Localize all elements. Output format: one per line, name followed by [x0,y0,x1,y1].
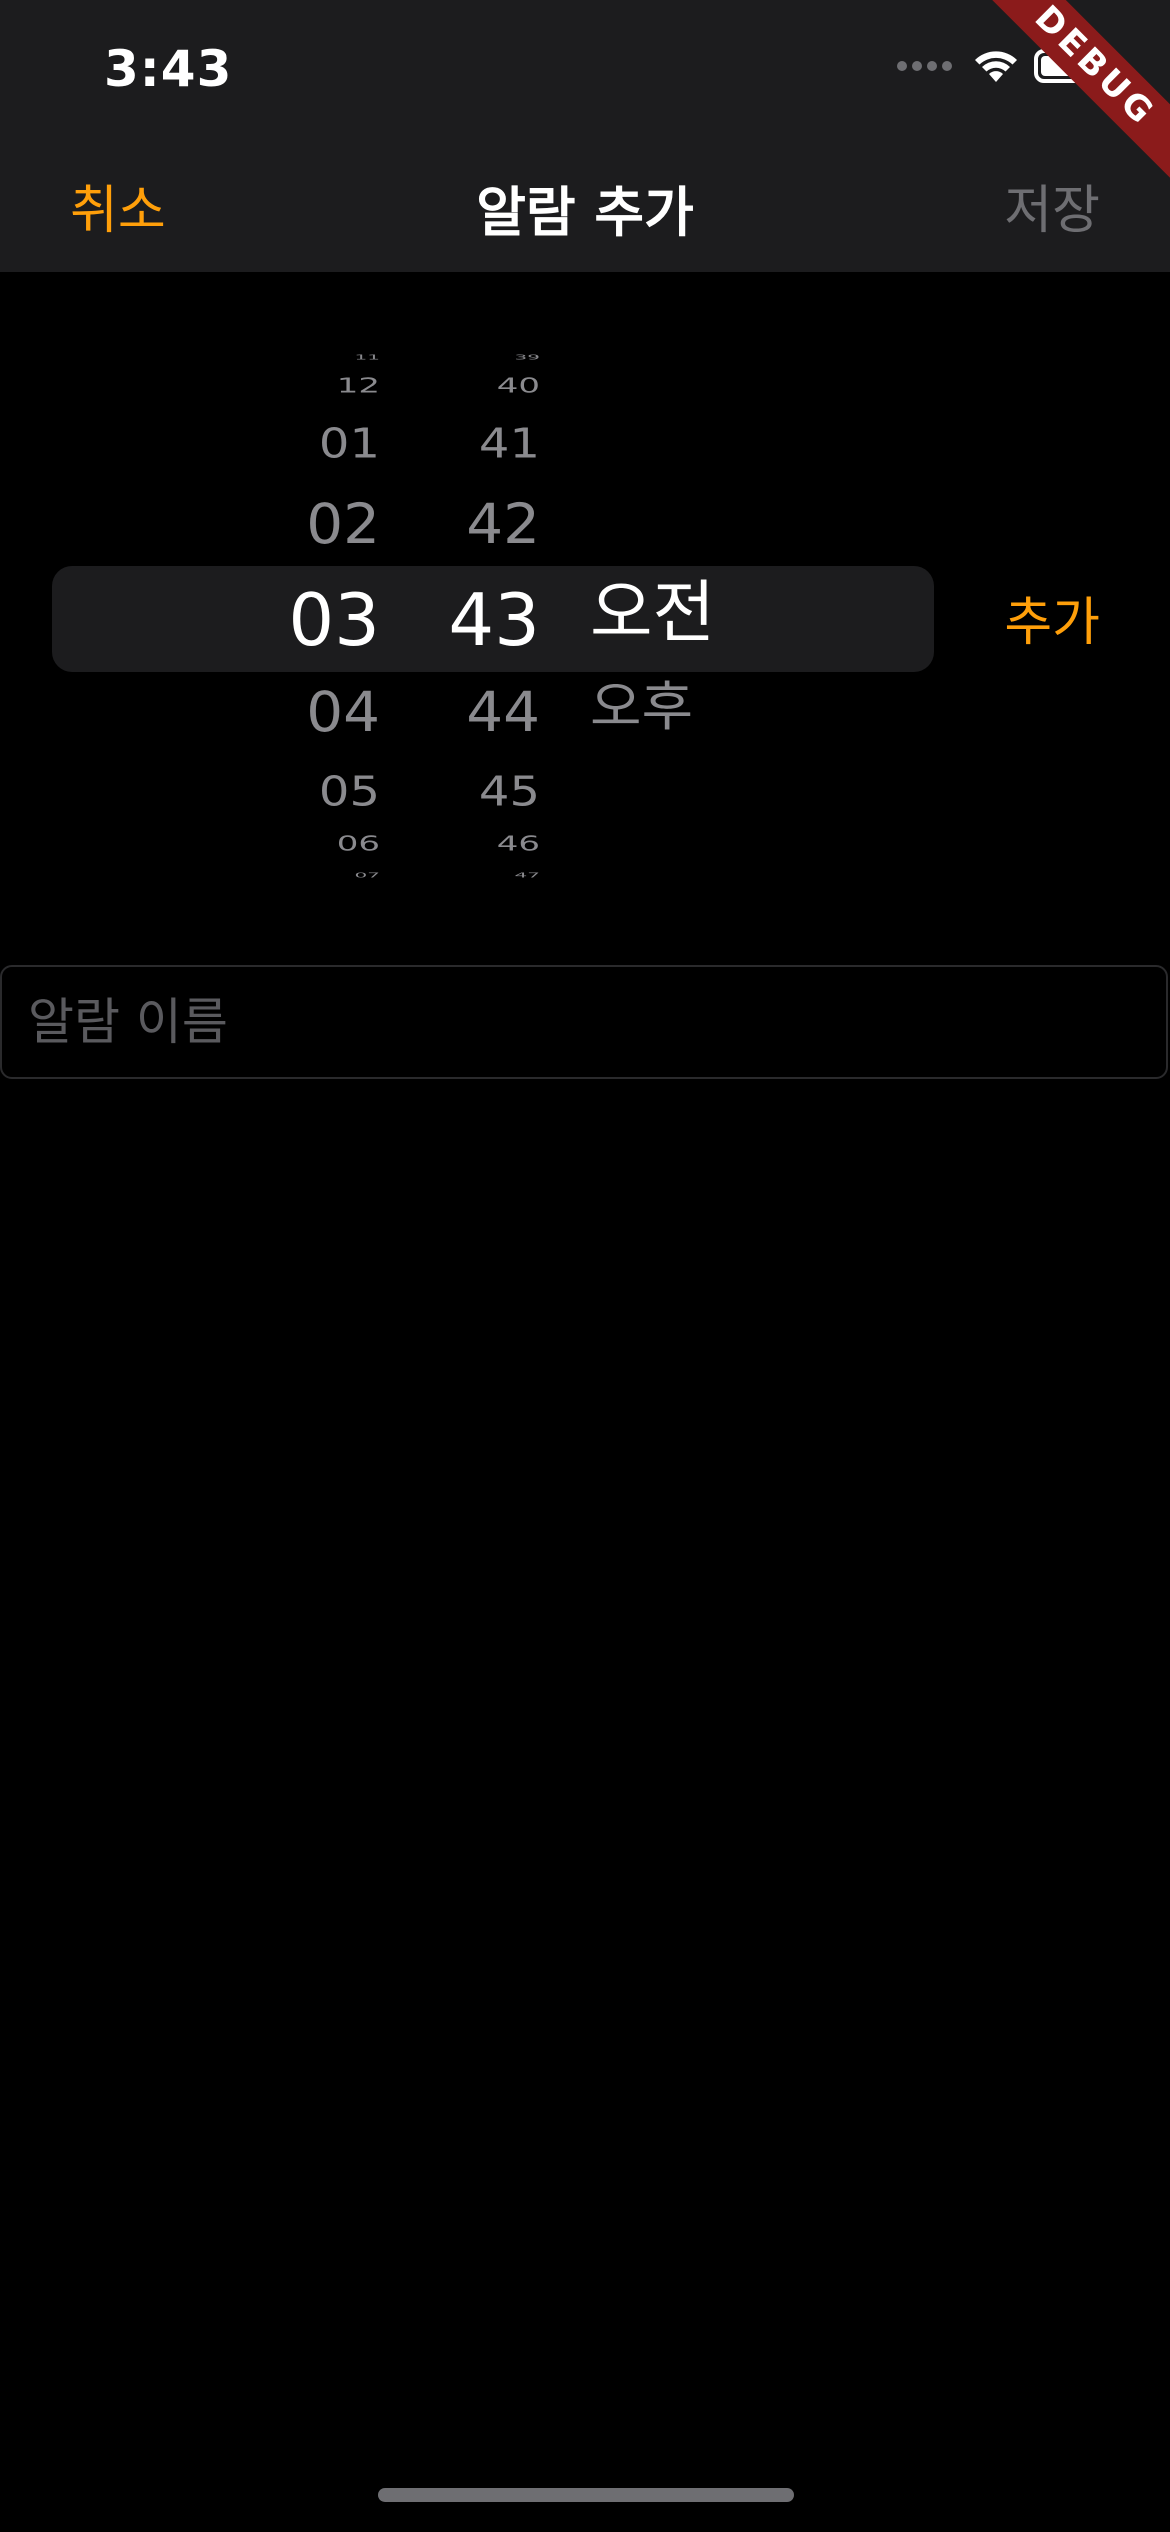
hour-option[interactable]: 07 [260,870,380,879]
period-selected[interactable]: 오전 [590,572,730,656]
save-button[interactable]: 저장 [1004,168,1100,243]
hour-option[interactable]: 11 [260,352,380,361]
home-indicator [378,2488,794,2502]
minute-option[interactable]: 39 [420,352,540,361]
hour-selected[interactable]: 03 [260,578,380,662]
page-title: 알람 추가 [476,181,694,244]
alarm-name-input[interactable] [2,967,1166,1077]
period-option[interactable]: 오후 [590,674,730,742]
hour-option[interactable]: 04 [260,678,380,746]
add-button[interactable]: 추가 [1004,580,1100,655]
hour-option[interactable]: 12 [260,376,380,396]
top-bar: 3:43 취소 알람 추가 저장 [0,0,1170,272]
minute-option[interactable]: 44 [420,678,540,746]
cellular-signal-icon [897,61,952,71]
minute-option[interactable]: 45 [420,765,540,819]
status-time: 3:43 [104,40,233,98]
hour-option[interactable]: 05 [260,765,380,819]
minute-option[interactable]: 41 [420,417,540,471]
hour-option[interactable]: 01 [260,417,380,471]
minute-selected[interactable]: 43 [420,578,540,662]
minute-option[interactable]: 42 [420,490,540,558]
minute-option[interactable]: 47 [420,870,540,879]
minute-option[interactable]: 46 [420,834,540,854]
wifi-icon [975,51,1017,82]
alarm-name-field[interactable] [0,965,1168,1079]
time-picker[interactable]: 11 12 01 02 03 04 05 06 07 39 40 41 42 4… [0,272,1170,912]
hour-option[interactable]: 02 [260,490,380,558]
minute-option[interactable]: 40 [420,376,540,396]
hour-option[interactable]: 06 [260,834,380,854]
